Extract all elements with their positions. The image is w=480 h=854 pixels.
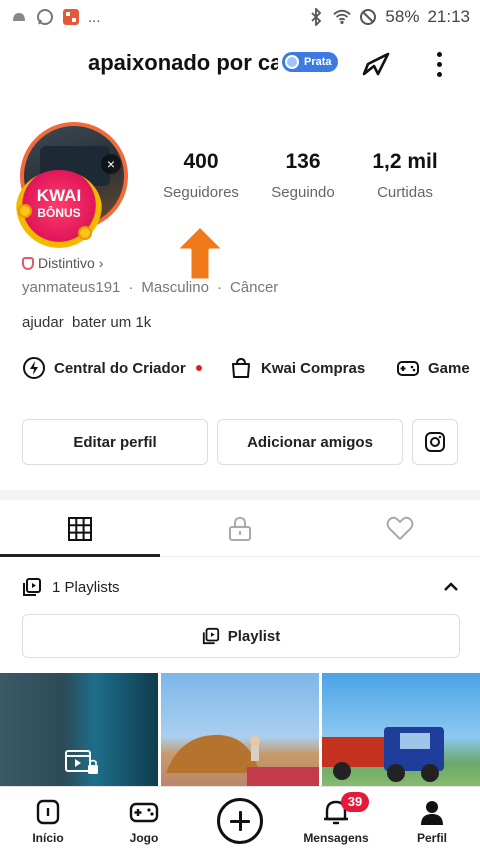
- playlists-count: 1 Playlists: [52, 578, 120, 596]
- active-tab-indicator: [0, 554, 160, 557]
- heart-icon: [386, 516, 414, 540]
- nav-home-label: Início: [32, 831, 64, 845]
- nav-profile-label: Perfil: [416, 831, 447, 845]
- messages-badge: 39: [341, 792, 369, 812]
- share-icon: [362, 52, 390, 76]
- distinction-label: Distintivo: [38, 255, 95, 271]
- bonus-subtitle: BÔNUS: [37, 206, 81, 220]
- zodiac: Câncer: [229, 279, 279, 296]
- username: yanmateus191: [22, 279, 121, 296]
- creator-bolt-icon: [23, 357, 45, 379]
- tab-likes[interactable]: [320, 502, 480, 556]
- followers-count: 400: [183, 150, 219, 173]
- instagram-button[interactable]: [412, 419, 458, 465]
- close-icon[interactable]: ×: [101, 154, 121, 174]
- wifi-icon: [333, 8, 352, 26]
- chevron-up-icon[interactable]: [440, 576, 462, 598]
- more-vertical-icon: [436, 51, 442, 57]
- game-label: Game: [428, 359, 470, 377]
- notification-dot-icon: [10, 8, 28, 26]
- following-label: Seguindo: [271, 184, 335, 201]
- playlist-button[interactable]: Playlist: [22, 614, 460, 658]
- gamepad-icon: [397, 361, 419, 376]
- clock: 21:13: [427, 7, 470, 26]
- private-video-icon: [65, 750, 98, 774]
- nav-home[interactable]: Início: [8, 797, 88, 845]
- followers-stat[interactable]: 400 Seguidores: [146, 150, 256, 201]
- home-icon: [36, 799, 60, 825]
- playlist-button-label: Playlist: [227, 627, 281, 645]
- whatsapp-icon: [36, 8, 54, 26]
- likes-count: 1,2 mil: [372, 150, 438, 173]
- edit-profile-button[interactable]: Editar perfil: [22, 419, 208, 465]
- lock-icon: [229, 516, 251, 541]
- create-post-button[interactable]: [217, 798, 263, 844]
- following-stat[interactable]: 136 Seguindo: [248, 150, 358, 201]
- kwai-shopping-label: Kwai Compras: [261, 359, 366, 377]
- share-button[interactable]: [358, 46, 394, 82]
- following-count: 136: [285, 150, 321, 173]
- notification-dot: [195, 365, 202, 371]
- bonus-title: KWAI: [36, 186, 82, 205]
- playlists-header[interactable]: 1 Playlists: [22, 574, 120, 600]
- rank-badge[interactable]: Prata: [282, 52, 338, 72]
- creator-center-link[interactable]: Central do Criador: [22, 354, 202, 382]
- rank-badge-label: Prata: [304, 56, 332, 68]
- chevron-right-icon: ›: [98, 255, 104, 271]
- more-options-button[interactable]: [424, 46, 454, 82]
- tab-private[interactable]: [160, 502, 320, 556]
- coin-icon: [78, 226, 92, 240]
- likes-stat[interactable]: 1,2 mil Curtidas: [350, 150, 460, 201]
- status-bar: ... 58% 21:13: [0, 0, 480, 34]
- bio: ajudar bater um 1k: [22, 314, 152, 331]
- add-friends-button[interactable]: Adicionar amigos: [217, 419, 403, 465]
- battery-percent: 58%: [385, 7, 420, 26]
- person-icon: [421, 801, 443, 825]
- gamepad-icon: [129, 802, 159, 823]
- section-divider: [0, 490, 480, 500]
- kwai-shopping-link[interactable]: Kwai Compras: [229, 354, 365, 382]
- rank-icon: [285, 55, 299, 69]
- video-thumbnail[interactable]: [322, 673, 480, 789]
- bluetooth-icon: [307, 8, 325, 26]
- notification-more: ...: [88, 8, 101, 26]
- thumbnail-image: [166, 734, 319, 789]
- profile-header: apaixonado por ca Prata: [0, 36, 480, 92]
- shield-icon: [22, 256, 34, 270]
- distinction-link[interactable]: Distintivo ›: [22, 255, 103, 271]
- thumbnail-image: [322, 727, 444, 782]
- followers-label: Seguidores: [163, 184, 239, 201]
- kwai-bonus-badge[interactable]: KWAI BÔNUS: [16, 170, 102, 248]
- video-thumbnail[interactable]: [161, 673, 319, 789]
- playlist-icon: [202, 627, 219, 645]
- app-icon: [62, 8, 80, 26]
- nav-messages-label: Mensagens: [303, 831, 369, 845]
- gender: Masculino: [141, 279, 209, 296]
- shopping-bag-icon: [232, 357, 250, 378]
- profile-name: apaixonado por ca: [88, 50, 278, 75]
- arrow-up-icon: [174, 224, 226, 282]
- nav-game[interactable]: Jogo: [104, 797, 184, 845]
- game-link[interactable]: Game: [396, 354, 470, 382]
- playlist-icon: [23, 578, 41, 596]
- tab-grid[interactable]: [0, 502, 160, 556]
- profile-meta: yanmateus191 · Masculino · Câncer: [22, 279, 279, 296]
- nav-game-label: Jogo: [129, 831, 159, 845]
- do-not-disturb-icon: [359, 8, 377, 26]
- grid-icon: [68, 517, 92, 541]
- creator-center-label: Central do Criador: [54, 359, 186, 377]
- video-thumbnail[interactable]: [0, 673, 158, 789]
- likes-label: Curtidas: [377, 184, 433, 201]
- nav-profile[interactable]: Perfil: [392, 797, 472, 845]
- instagram-icon: [425, 432, 445, 452]
